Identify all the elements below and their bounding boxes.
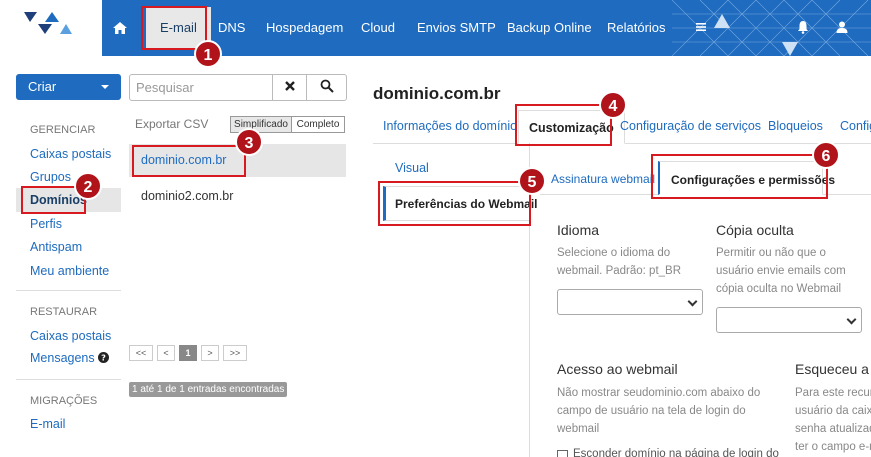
callout-badge-3: 3 [235, 128, 263, 156]
view-full-button[interactable]: Completo [291, 116, 345, 133]
tab-bloqueios[interactable]: Bloqueios [768, 119, 823, 133]
help-line: Não mostrar seudominio.com abaixo do [557, 387, 761, 399]
tab-config-servicos[interactable]: Configuração de serviços [620, 119, 761, 133]
sidebar-item-restore-caixas[interactable]: Caixas postais [30, 329, 111, 343]
section-title-migracoes: MIGRAÇÕES [30, 395, 98, 407]
copia-oculta-select[interactable] [716, 307, 862, 333]
search-input[interactable]: Pesquisar [129, 74, 273, 101]
nav-backup-online[interactable]: Backup Online [507, 0, 592, 56]
subtab-assinatura[interactable]: Assinatura webmail [551, 172, 655, 186]
callout-box-4 [515, 104, 612, 146]
user-icon[interactable] [834, 19, 850, 35]
sidebar-item-perfis[interactable]: Perfis [30, 217, 62, 231]
callout-box-6 [651, 154, 828, 199]
help-line: webmail. Padrão: pt_BR [557, 265, 682, 277]
chevron-down-icon [101, 85, 109, 89]
help-idioma: Selecione o idioma do webmail. Padrão: p… [557, 244, 681, 280]
help-line: webmail [557, 423, 600, 435]
search-icon [320, 79, 334, 93]
help-copia-oculta: Permitir ou não que o usuário envie emai… [716, 244, 846, 298]
callout-box-3 [132, 145, 246, 177]
create-button-label: Criar [28, 79, 57, 94]
sidebar-item-label: Mensagens [30, 351, 95, 365]
callout-badge-4: 4 [599, 91, 627, 119]
label-idioma: Idioma [557, 222, 600, 238]
help-acesso-webmail: Não mostrar seudominio.com abaixo do cam… [557, 384, 760, 438]
help-line: Para este recur [795, 387, 871, 399]
label-acesso-webmail: Acesso ao webmail [557, 361, 678, 377]
idioma-select[interactable] [557, 289, 703, 315]
domain-row[interactable]: dominio2.com.br [129, 180, 346, 213]
nav-dns[interactable]: DNS [218, 0, 245, 56]
page-current[interactable]: 1 [179, 345, 197, 361]
help-line: cópia oculta no Webmail [716, 283, 842, 295]
tab-informacoes[interactable]: Informações do domínio [383, 119, 517, 133]
clear-search-button[interactable] [272, 74, 307, 101]
divider [16, 290, 121, 291]
help-line: senha atualizad [795, 423, 871, 435]
help-line: usuário da caix [795, 405, 871, 417]
menu-icon[interactable] [693, 19, 709, 35]
page-first-button[interactable]: << [129, 345, 153, 361]
svg-text:?: ? [101, 353, 106, 363]
top-navigation-bar: E-mail DNS Hospedagem Cloud Envios SMTP … [0, 0, 871, 56]
home-icon[interactable] [112, 20, 128, 36]
page-next-button[interactable]: > [201, 345, 219, 361]
section-title-restaurar: RESTAURAR [30, 306, 98, 318]
bell-icon[interactable] [795, 19, 811, 35]
callout-badge-6: 6 [812, 141, 840, 169]
help-line: ter o campo e-m [795, 441, 871, 453]
sidebar-item-antispam[interactable]: Antispam [30, 240, 82, 254]
page-title: dominio.com.br [373, 84, 501, 103]
sidebar-item-migracao-email[interactable]: E-mail [30, 417, 65, 431]
chevron-down-icon [687, 296, 698, 307]
nav-cloud[interactable]: Cloud [361, 0, 395, 56]
logo-icon [24, 12, 72, 34]
help-line: Selecione o idioma do [557, 247, 671, 259]
page-last-button[interactable]: >> [223, 345, 247, 361]
help-icon[interactable]: ? [98, 352, 110, 363]
callout-badge-1: 1 [194, 40, 222, 68]
label-esqueceu-senha: Esqueceu a s [795, 361, 871, 377]
page-prev-button[interactable]: < [157, 345, 175, 361]
hide-domain-label: Esconder domínio na página de login do [573, 448, 779, 457]
search-button[interactable] [306, 74, 347, 101]
nav-relatorios[interactable]: Relatórios [607, 0, 666, 56]
help-line: campo de usuário na tela de login do [557, 405, 746, 417]
export-csv-link[interactable]: Exportar CSV [135, 117, 208, 131]
nav-envios-smtp[interactable]: Envios SMTP [417, 0, 496, 56]
hide-domain-checkbox[interactable] [557, 450, 568, 457]
results-summary: 1 até 1 de 1 entradas encontradas [129, 382, 288, 397]
app-root: E-mail DNS Hospedagem Cloud Envios SMTP … [0, 0, 871, 457]
vtab-visual[interactable]: Visual [395, 161, 429, 175]
tab-configuracoes[interactable]: Configu [840, 119, 871, 133]
help-esqueceu-senha: Para este recur usuário da caix senha at… [795, 384, 871, 456]
create-button[interactable]: Criar [16, 74, 121, 100]
sidebar-item-meu-ambiente[interactable]: Meu ambiente [30, 264, 109, 278]
callout-box-5 [378, 181, 531, 226]
logo[interactable] [0, 0, 102, 56]
chevron-down-icon [846, 314, 857, 325]
close-icon [284, 81, 295, 91]
help-line: Permitir ou não que o [716, 247, 826, 259]
callout-badge-5: 5 [518, 167, 546, 195]
divider [16, 379, 121, 380]
nav-hospedagem[interactable]: Hospedagem [266, 0, 343, 56]
help-line: usuário envie emails com [716, 265, 846, 277]
label-copia-oculta: Cópia oculta [716, 222, 794, 238]
callout-badge-2: 2 [74, 172, 102, 200]
sidebar-item-grupos[interactable]: Grupos [30, 170, 71, 184]
sidebar-item-caixas-postais[interactable]: Caixas postais [30, 147, 111, 161]
section-title-gerenciar: GERENCIAR [30, 124, 96, 136]
sidebar-item-mensagens[interactable]: Mensagens ? [30, 351, 110, 365]
